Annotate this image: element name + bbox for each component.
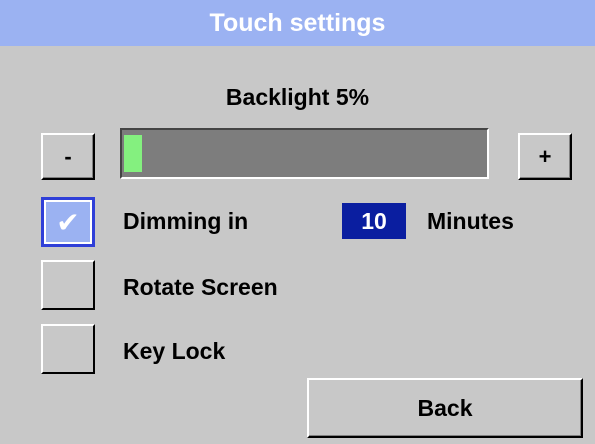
dimming-units-label: Minutes [427, 208, 514, 234]
rotate-screen-label: Rotate Screen [123, 274, 278, 300]
key-lock-checkbox[interactable] [41, 324, 95, 374]
back-button[interactable]: Back [307, 378, 583, 438]
backlight-decrease-button[interactable]: - [41, 133, 95, 180]
key-lock-label: Key Lock [123, 338, 226, 364]
title-bar: Touch settings [0, 0, 595, 46]
backlight-slider-fill [124, 135, 142, 172]
dimming-label: Dimming in [123, 208, 249, 234]
dimming-minutes-value[interactable]: 10 [342, 203, 406, 239]
rotate-screen-checkbox[interactable] [41, 260, 95, 310]
backlight-slider[interactable] [120, 128, 489, 179]
backlight-increase-button[interactable]: + [518, 133, 572, 180]
backlight-label: Backlight 5% [225, 84, 370, 110]
checkmark-icon: ✔ [56, 205, 80, 239]
dimming-checkbox[interactable]: ✔ [41, 197, 95, 247]
